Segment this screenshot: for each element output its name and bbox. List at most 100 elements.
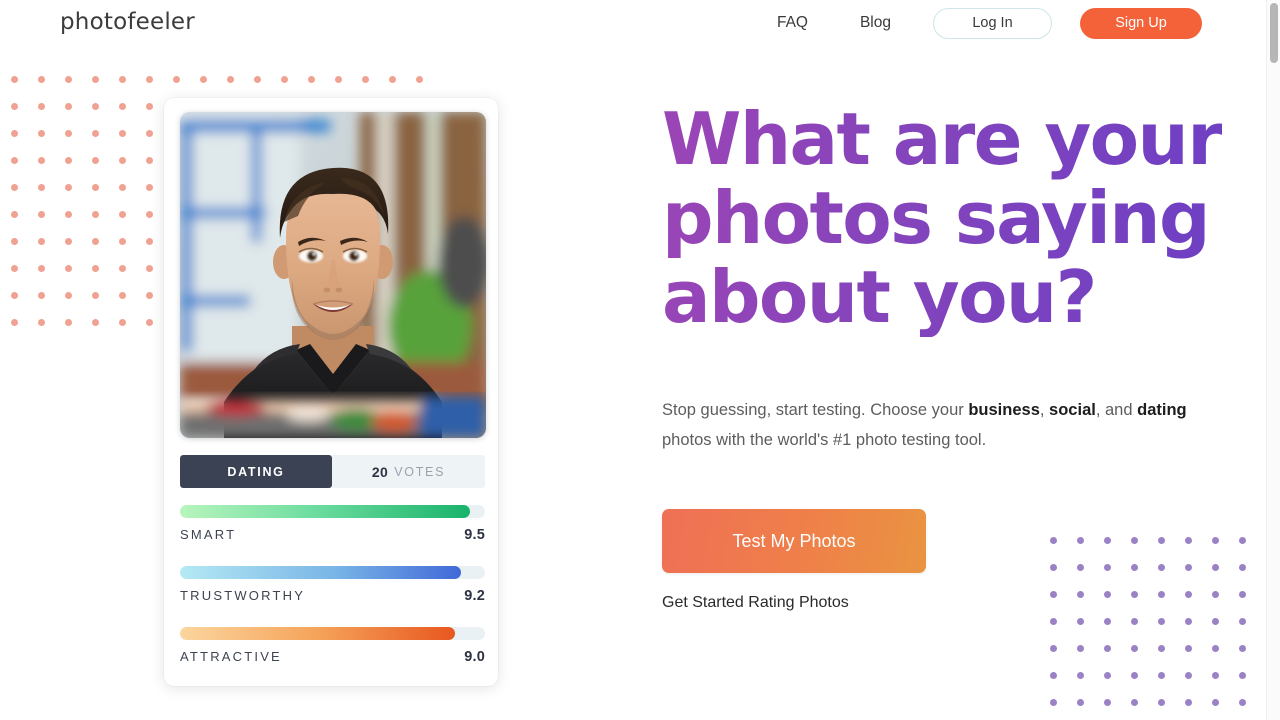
decorative-dot [38, 76, 45, 83]
dot-row [1050, 645, 1266, 672]
decorative-dot [92, 103, 99, 110]
decorative-dot [1239, 645, 1246, 652]
nav-link-faq[interactable]: FAQ [777, 6, 808, 40]
decorative-dot [146, 238, 153, 245]
decorative-dot [65, 184, 72, 191]
decorative-dot [38, 319, 45, 326]
page-scrollbar[interactable] [1266, 0, 1280, 720]
decorative-dot [389, 76, 396, 83]
page-title: What are your photos saying about you? [662, 97, 1223, 339]
rating-label-trustworthy: TRUSTWORTHY [180, 588, 306, 603]
decorative-dot [146, 265, 153, 272]
decorative-dot [92, 184, 99, 191]
decorative-dot [11, 157, 18, 164]
decorative-dot [11, 211, 18, 218]
decorative-dot [92, 211, 99, 218]
decorative-dot [92, 130, 99, 137]
profile-photo[interactable] [180, 112, 486, 438]
rating-label-attractive: ATTRACTIVE [180, 649, 282, 664]
dot-row [1050, 672, 1266, 699]
rating-bar-fill-smart [180, 505, 470, 518]
decorative-dot [416, 76, 423, 83]
decorative-dot [38, 238, 45, 245]
decorative-dot [200, 76, 207, 83]
log-in-button[interactable]: Log In [933, 7, 1052, 39]
hero-subtext-run-0: Stop guessing, start testing. Choose you… [662, 401, 969, 419]
decorative-dot [1212, 699, 1219, 706]
decorative-dot [254, 76, 261, 83]
decorative-dot [1131, 618, 1138, 625]
decorative-dot [1131, 672, 1138, 679]
decorative-dot [146, 184, 153, 191]
hero-subtext-emphasis-3: social [1049, 401, 1096, 419]
decorative-dot [1104, 618, 1111, 625]
decorative-dot [308, 76, 315, 83]
decorative-dot [119, 238, 126, 245]
rating-meta-smart: SMART 9.5 [180, 527, 485, 543]
decorative-dot [1104, 672, 1111, 679]
tab-dating[interactable]: DATING [180, 455, 332, 488]
decorative-dot [1131, 699, 1138, 706]
decorative-dot [119, 157, 126, 164]
decorative-dot [146, 319, 153, 326]
decorative-dot [11, 130, 18, 137]
rating-meta-trustworthy: TRUSTWORTHY 9.2 [180, 588, 485, 604]
get-started-rating-link[interactable]: Get Started Rating Photos [662, 594, 849, 612]
decorative-dot [11, 103, 18, 110]
decorative-dot [146, 103, 153, 110]
decorative-dot [1212, 618, 1219, 625]
nav-link-blog[interactable]: Blog [860, 6, 891, 40]
rating-category-segment: DATING 20 VOTES [180, 455, 485, 488]
decorative-dot [38, 130, 45, 137]
decorative-dot [119, 76, 126, 83]
decorative-dot [1239, 618, 1246, 625]
decorative-dot [1131, 645, 1138, 652]
decorative-dot [1050, 645, 1057, 652]
decorative-dot [38, 211, 45, 218]
sign-up-button[interactable]: Sign Up [1080, 7, 1202, 39]
decorative-dot [1239, 672, 1246, 679]
hero-subtext-emphasis-1: business [968, 401, 1040, 419]
test-my-photos-button[interactable]: Test My Photos [662, 509, 926, 573]
rating-bar-track-smart [180, 505, 485, 518]
decorative-dot [227, 76, 234, 83]
brand-logo[interactable]: photofeeler [60, 9, 195, 35]
decorative-dot [1050, 699, 1057, 706]
decorative-dot [119, 292, 126, 299]
decorative-dot [11, 238, 18, 245]
decorative-dot [335, 76, 342, 83]
votes-count: 20 [371, 463, 389, 480]
decorative-dot [1158, 699, 1165, 706]
rating-row-smart: SMART 9.5 [180, 505, 485, 543]
decorative-dot [1077, 699, 1084, 706]
decorative-dot [1239, 699, 1246, 706]
scrollbar-thumb[interactable] [1270, 3, 1278, 63]
rating-bar-track-trustworthy [180, 566, 485, 579]
decorative-dot [65, 319, 72, 326]
decorative-dot [1077, 645, 1084, 652]
decorative-dot [1185, 672, 1192, 679]
page-root: photofeeler FAQ Blog Log In Sign Up DATI… [0, 0, 1280, 720]
decorative-dot [92, 319, 99, 326]
decorative-dot [119, 319, 126, 326]
decorative-dot [119, 130, 126, 137]
decorative-dot [1239, 591, 1246, 598]
rating-bar-fill-attractive [180, 627, 455, 640]
main-navigation: FAQ Blog Log In Sign Up [777, 6, 1202, 40]
decorative-dot [1239, 537, 1246, 544]
decorative-dot [11, 292, 18, 299]
decorative-dot [11, 76, 18, 83]
decorative-dot [38, 265, 45, 272]
dot-row [1050, 618, 1266, 645]
decorative-dot [146, 130, 153, 137]
decorative-dot [65, 130, 72, 137]
rating-bar-track-attractive [180, 627, 485, 640]
hero-subtext-run-6: photos with the world's #1 photo testing… [662, 431, 987, 449]
decorative-dot [1104, 699, 1111, 706]
decorative-dot [92, 157, 99, 164]
decorative-dot [92, 292, 99, 299]
decorative-dot [65, 292, 72, 299]
rating-row-attractive: ATTRACTIVE 9.0 [180, 627, 485, 665]
decorative-dot [1212, 672, 1219, 679]
decorative-dot [65, 157, 72, 164]
